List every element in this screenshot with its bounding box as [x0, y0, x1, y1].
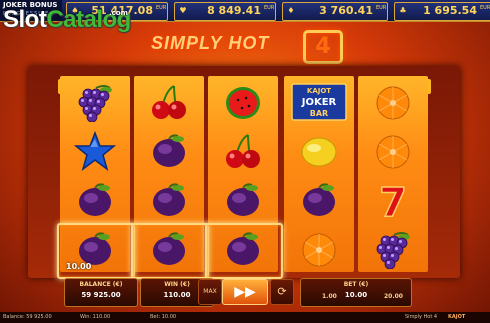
plum-icon: [148, 180, 190, 220]
grapes-icon: [372, 229, 414, 270]
reel-symbol-plum: [284, 176, 354, 225]
orange-icon: [372, 82, 414, 122]
watermark-suffix: .com: [109, 9, 128, 17]
reel-symbol-seven: 7: [358, 176, 428, 227]
plum-icon: [222, 180, 264, 220]
reel-symbol-plum: [205, 223, 283, 279]
orange-icon: [298, 229, 340, 269]
win-highlight: [131, 223, 209, 279]
jackpot-clubs: ♣ 1 695.54 EUR: [394, 2, 490, 21]
reel-symbol-cherries: [208, 127, 278, 176]
jackpot-value: 3 760.41: [319, 4, 373, 17]
reel-symbol-plum: [208, 176, 278, 225]
balance-label: BALANCE (€): [79, 281, 123, 288]
status-game-name: Simply Hot 4: [405, 314, 438, 320]
jackpot-value: 1 695.54: [423, 4, 477, 17]
lemon-icon: [298, 131, 340, 171]
status-win: Win: 110.00: [80, 314, 111, 320]
jackpot-hearts: ♥ 8 849.41 EUR: [174, 2, 276, 21]
hearts-icon: ♥: [179, 6, 187, 15]
max-bet-button[interactable]: MAX: [198, 279, 222, 305]
svg-text:JOKER: JOKER: [301, 97, 337, 108]
bet-low-button[interactable]: 1.00: [322, 293, 337, 300]
balance-value: 59 925.00: [81, 291, 121, 299]
reel-symbol-watermelon: [208, 78, 278, 127]
cherries-icon: [222, 131, 264, 171]
reel-symbol-plum: [131, 223, 209, 279]
autoplay-icon: ⟳: [277, 285, 287, 298]
reel-symbol-lemon: [284, 127, 354, 176]
bet-label: BET (€): [343, 281, 369, 288]
watermark-part1: Slot: [3, 6, 47, 33]
star-icon: [73, 130, 117, 171]
autoplay-button[interactable]: ⟳: [270, 279, 294, 305]
win-line-amount: 10.00: [66, 262, 92, 271]
status-brand: KAJOT: [448, 314, 466, 320]
fast-forward-icon: ▶▶: [234, 284, 256, 300]
svg-text:KAJOT: KAJOT: [307, 87, 331, 95]
reel-symbol-star: [60, 127, 130, 176]
svg-text:7: 7: [379, 180, 407, 220]
plum-icon: [148, 131, 190, 171]
game-title: SIMPLY HOT 4: [145, 30, 345, 64]
joker-bar-icon: KAJOT JOKER BAR: [291, 82, 347, 122]
seven-icon: 7: [372, 179, 414, 227]
plum-icon: [298, 180, 340, 220]
reel-symbol-grapes: [358, 225, 428, 274]
clubs-icon: ♣: [399, 6, 407, 15]
reel-symbol-plum: [134, 127, 204, 176]
balance-box: BALANCE (€) 59 925.00: [64, 278, 138, 307]
reel-symbol-orange: [358, 127, 428, 176]
jackpot-currency: EUR: [480, 5, 490, 11]
orange-icon: [372, 131, 414, 171]
reel-symbol-grapes: [60, 78, 130, 127]
svg-text:BAR: BAR: [310, 109, 328, 118]
status-bet: Bet: 10.00: [150, 314, 177, 320]
spin-button[interactable]: ▶▶: [222, 279, 268, 305]
reel-symbol-cherries: [134, 78, 204, 127]
plum-icon: [74, 180, 116, 220]
status-balance: Balance: 59 925.00: [3, 314, 52, 320]
jackpot-value: 8 849.41: [207, 4, 261, 17]
reel-symbol-orange: [284, 225, 354, 274]
bet-high-button[interactable]: 20.00: [384, 293, 403, 300]
jackpot-currency: EUR: [264, 5, 275, 11]
jackpot-currency: EUR: [156, 5, 167, 11]
win-highlight: [205, 223, 283, 279]
status-bar: Balance: 59 925.00 Win: 110.00 Bet: 10.0…: [0, 312, 490, 323]
game-title-text: SIMPLY HOT: [151, 33, 270, 53]
reel-symbol-plum: [134, 176, 204, 225]
grapes-icon: [74, 82, 116, 123]
jackpot-diamonds: ♦ 3 760.41 EUR: [282, 2, 388, 21]
cherries-icon: [148, 82, 190, 122]
reel-symbol-orange: [358, 78, 428, 127]
game-title-number: 4: [303, 30, 343, 64]
watermelon-icon: [222, 82, 264, 122]
reel-symbol-plum: [60, 176, 130, 225]
jackpot-currency: EUR: [376, 5, 387, 11]
reel-symbol-joker-bar: KAJOT JOKER BAR: [284, 78, 354, 127]
diamonds-icon: ♦: [287, 6, 295, 15]
